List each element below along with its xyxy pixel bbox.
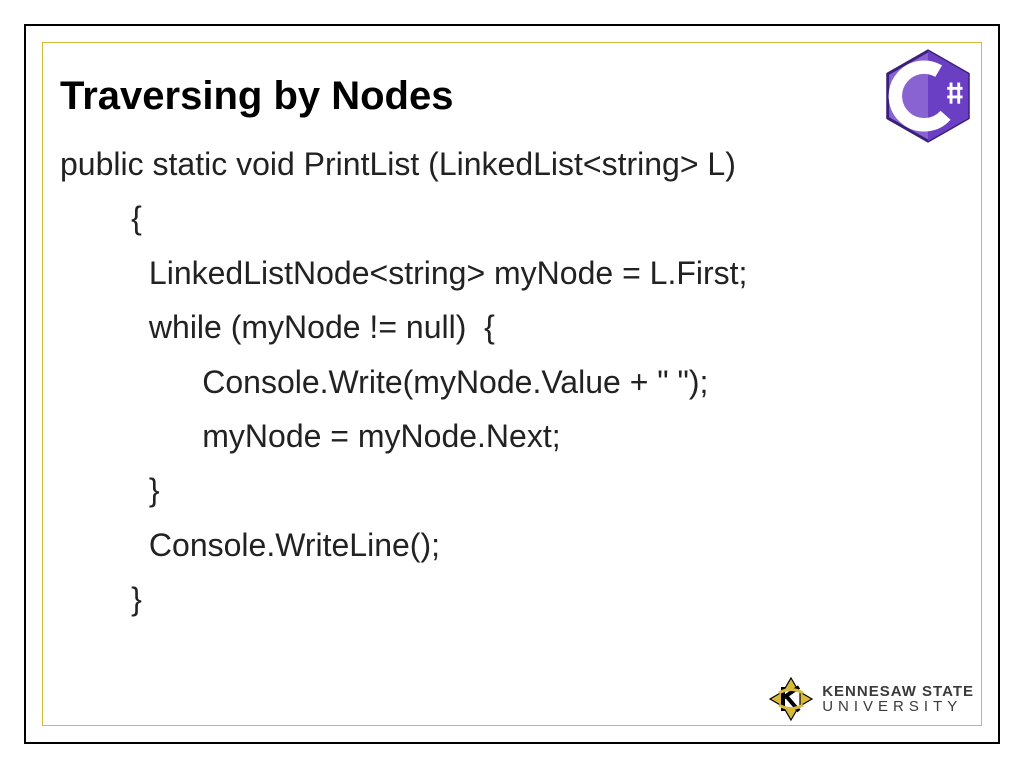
slide-title: Traversing by Nodes [60, 74, 964, 119]
ksu-name-line1: KENNESAW STATE [822, 684, 974, 699]
ksu-name-line2: UNIVERSITY [822, 699, 974, 714]
code-line: while (myNode != null) { [60, 309, 495, 345]
slide-content: Traversing by Nodes public static void P… [60, 74, 964, 627]
code-line: Console.Write(myNode.Value + " "); [60, 364, 708, 400]
ksu-text: KENNESAW STATE UNIVERSITY [822, 684, 974, 714]
code-line: { [60, 200, 142, 236]
code-line: public static void PrintList (LinkedList… [60, 146, 736, 182]
ksu-logo: KENNESAW STATE UNIVERSITY [768, 676, 974, 722]
code-line: Console.WriteLine(); [60, 527, 440, 563]
code-line: } [60, 581, 142, 617]
code-line: } [60, 472, 160, 508]
ksu-mark-icon [768, 676, 814, 722]
code-line: LinkedListNode<string> myNode = L.First; [60, 255, 747, 291]
code-block: public static void PrintList (LinkedList… [60, 137, 964, 627]
csharp-icon [880, 48, 976, 144]
code-line: myNode = myNode.Next; [60, 418, 561, 454]
